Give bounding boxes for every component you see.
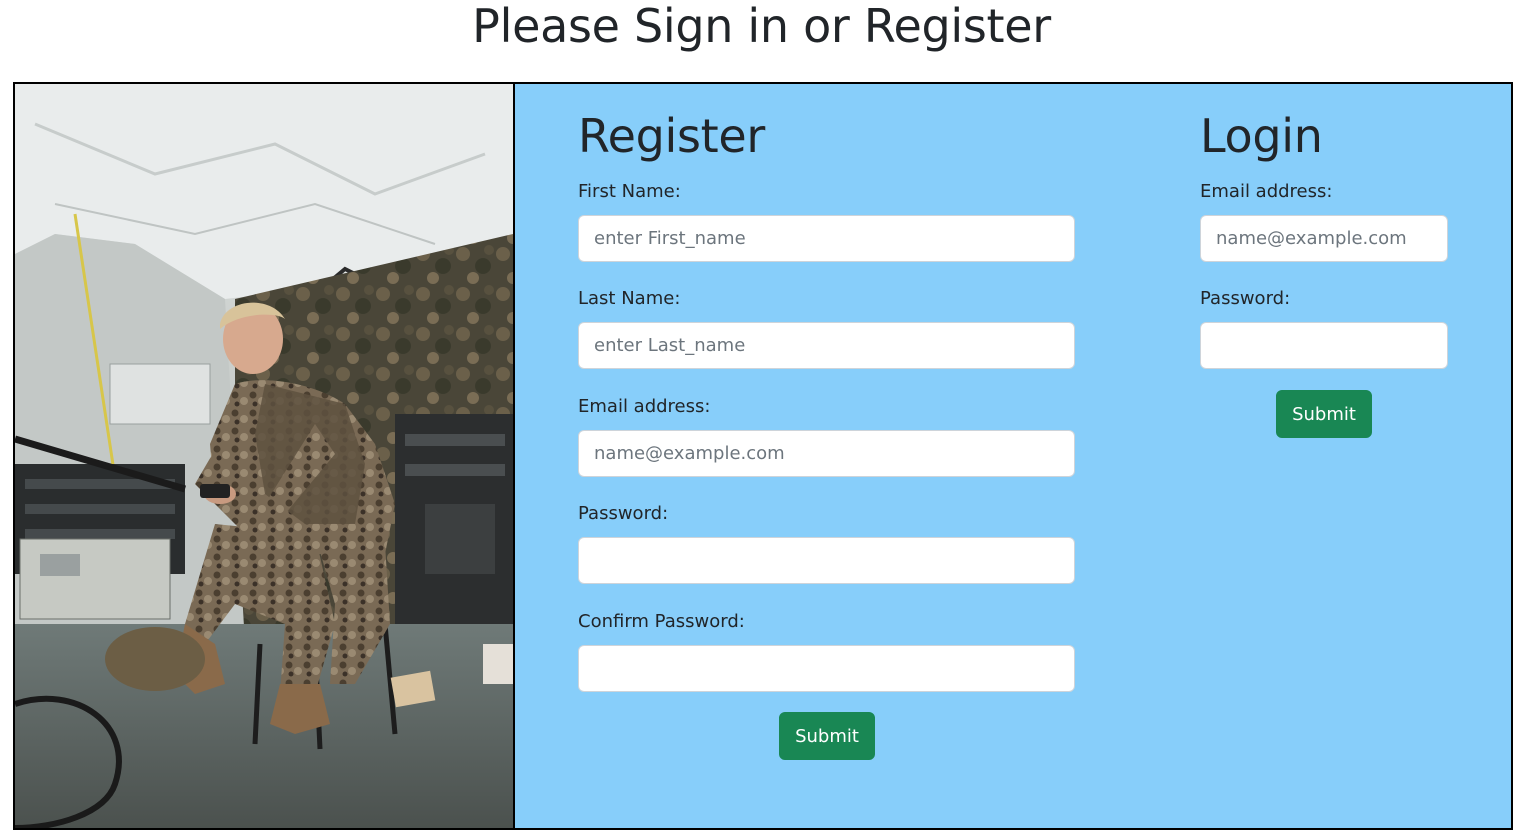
register-submit-button[interactable]: Submit — [779, 712, 875, 760]
login-submit-button[interactable]: Submit — [1276, 390, 1372, 438]
auth-form-panel: Register First Name: Last Name: Email ad… — [513, 82, 1513, 830]
login-password-label: Password: — [1200, 288, 1291, 309]
last-name-label: Last Name: — [578, 288, 681, 309]
confirm-password-label: Confirm Password: — [578, 611, 745, 632]
login-email-field[interactable] — [1200, 215, 1448, 262]
register-password-field[interactable] — [578, 537, 1075, 584]
login-password-field[interactable] — [1200, 322, 1448, 369]
register-heading: Register — [578, 109, 765, 163]
hero-photo — [13, 82, 514, 830]
login-email-label: Email address: — [1200, 181, 1333, 202]
register-email-label: Email address: — [578, 396, 711, 417]
page-title: Please Sign in or Register — [472, 0, 1051, 53]
first-name-field[interactable] — [578, 215, 1075, 262]
photo-illustration — [15, 84, 513, 828]
confirm-password-field[interactable] — [578, 645, 1075, 692]
register-email-field[interactable] — [578, 430, 1075, 477]
login-heading: Login — [1200, 109, 1323, 163]
last-name-field[interactable] — [578, 322, 1075, 369]
first-name-label: First Name: — [578, 181, 681, 202]
register-password-label: Password: — [578, 503, 669, 524]
